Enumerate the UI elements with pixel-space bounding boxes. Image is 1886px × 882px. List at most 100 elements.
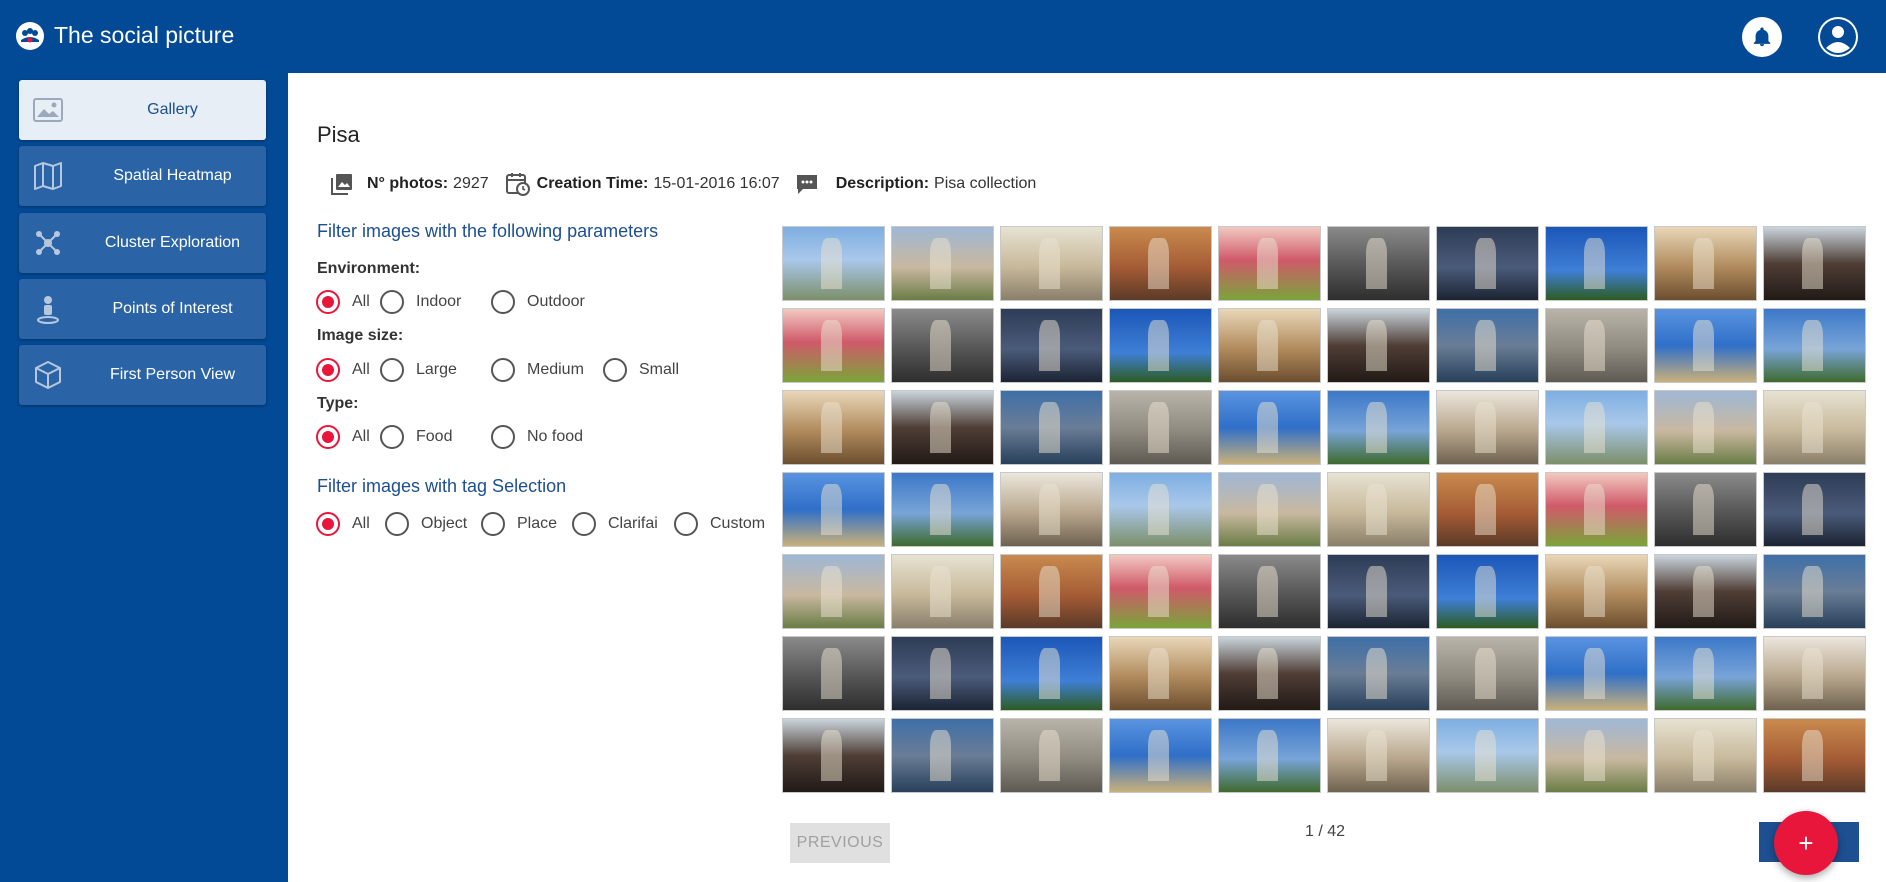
photo-thumbnail[interactable]: [782, 718, 885, 793]
photo-thumbnail[interactable]: [1109, 390, 1212, 465]
photo-thumbnail[interactable]: [891, 308, 994, 383]
photo-thumbnail[interactable]: [1000, 226, 1103, 301]
photo-thumbnail[interactable]: [782, 308, 885, 383]
photo-thumbnail[interactable]: [782, 390, 885, 465]
sidebar-item-first-person-view[interactable]: First Person View: [19, 345, 266, 405]
photo-thumbnail[interactable]: [1545, 390, 1648, 465]
photo-thumbnail[interactable]: [1763, 718, 1866, 793]
sidebar-item-gallery[interactable]: Gallery: [19, 80, 266, 140]
photo-thumbnail[interactable]: [1109, 472, 1212, 547]
photo-thumbnail[interactable]: [1545, 636, 1648, 711]
tag-all-radio[interactable]: All: [316, 512, 370, 536]
photo-thumbnail[interactable]: [1109, 554, 1212, 629]
photo-thumbnail[interactable]: [1654, 718, 1757, 793]
account-circle-icon[interactable]: [1818, 17, 1858, 57]
photo-thumbnail[interactable]: [1000, 472, 1103, 547]
photo-thumbnail[interactable]: [1327, 308, 1430, 383]
photo-thumbnail[interactable]: [1327, 226, 1430, 301]
photo-thumbnail[interactable]: [782, 472, 885, 547]
photo-thumbnail[interactable]: [1000, 718, 1103, 793]
tag-clarifai-radio[interactable]: Clarifai: [572, 512, 658, 536]
photo-thumbnail[interactable]: [1545, 472, 1648, 547]
photo-thumbnail[interactable]: [1000, 636, 1103, 711]
photo-thumbnail[interactable]: [1327, 472, 1430, 547]
photo-thumbnail[interactable]: [1763, 308, 1866, 383]
photo-thumbnail[interactable]: [1436, 308, 1539, 383]
sidebar-item-cluster-exploration[interactable]: Cluster Exploration: [19, 213, 266, 273]
photo-thumbnail[interactable]: [1654, 636, 1757, 711]
type-no-food-radio[interactable]: No food: [491, 425, 583, 449]
environment-indoor-radio[interactable]: Indoor: [380, 290, 461, 314]
image-size-medium-radio[interactable]: Medium: [491, 358, 584, 382]
photo-thumbnail[interactable]: [891, 226, 994, 301]
photo-thumbnail[interactable]: [1654, 226, 1757, 301]
photo-thumbnail[interactable]: [1436, 390, 1539, 465]
tag-custom-radio[interactable]: Custom: [674, 512, 765, 536]
photo-thumbnail[interactable]: [1218, 472, 1321, 547]
photo-thumbnail[interactable]: [1000, 390, 1103, 465]
environment-all-radio[interactable]: All: [316, 290, 370, 314]
sidebar-item-spatial-heatmap[interactable]: Spatial Heatmap: [19, 146, 266, 206]
photo-thumbnail[interactable]: [1327, 718, 1430, 793]
photo-thumbnail[interactable]: [1218, 226, 1321, 301]
photo-thumbnail[interactable]: [782, 226, 885, 301]
photo-thumbnail[interactable]: [1545, 226, 1648, 301]
photo-thumbnail[interactable]: [1763, 226, 1866, 301]
photo-thumbnail[interactable]: [1327, 636, 1430, 711]
sidebar-item-points-of-interest[interactable]: Points of Interest: [19, 279, 266, 339]
calendar-clock-icon: [505, 171, 531, 197]
photo-thumbnail[interactable]: [782, 636, 885, 711]
photo-thumbnail[interactable]: [1109, 636, 1212, 711]
photo-thumbnail[interactable]: [1436, 718, 1539, 793]
photo-thumbnail[interactable]: [891, 718, 994, 793]
type-food-radio[interactable]: Food: [380, 425, 452, 449]
sidebar-item-label: Points of Interest: [112, 300, 233, 317]
environment-outdoor-radio[interactable]: Outdoor: [491, 290, 585, 314]
radio-circle: [316, 425, 340, 449]
photo-thumbnail[interactable]: [1654, 472, 1757, 547]
type-all-radio[interactable]: All: [316, 425, 370, 449]
previous-page-button[interactable]: PREVIOUS: [790, 823, 890, 863]
photo-thumbnail[interactable]: [1218, 718, 1321, 793]
photo-thumbnail[interactable]: [782, 554, 885, 629]
photo-thumbnail[interactable]: [1763, 554, 1866, 629]
photo-thumbnail[interactable]: [1000, 308, 1103, 383]
image-size-all-radio[interactable]: All: [316, 358, 370, 382]
photo-thumbnail[interactable]: [1436, 472, 1539, 547]
photo-thumbnail[interactable]: [1654, 308, 1757, 383]
photo-thumbnail[interactable]: [1109, 226, 1212, 301]
photo-thumbnail[interactable]: [1218, 636, 1321, 711]
photo-thumbnail[interactable]: [1109, 718, 1212, 793]
photo-thumbnail[interactable]: [1763, 390, 1866, 465]
photo-thumbnail[interactable]: [1218, 308, 1321, 383]
photo-thumbnail[interactable]: [1436, 636, 1539, 711]
photo-thumbnail[interactable]: [1218, 554, 1321, 629]
photo-thumbnail[interactable]: [1545, 718, 1648, 793]
photo-thumbnail[interactable]: [1436, 554, 1539, 629]
social-picture-logo-icon: [16, 22, 44, 50]
photo-thumbnail[interactable]: [1654, 554, 1757, 629]
photo-thumbnail[interactable]: [891, 636, 994, 711]
photo-thumbnail[interactable]: [1654, 390, 1757, 465]
photo-thumbnail[interactable]: [1763, 636, 1866, 711]
photo-thumbnail[interactable]: [1327, 390, 1430, 465]
tag-place-radio[interactable]: Place: [481, 512, 557, 536]
bell-icon[interactable]: [1742, 17, 1782, 57]
photo-thumbnail[interactable]: [891, 390, 994, 465]
image-size-large-radio[interactable]: Large: [380, 358, 457, 382]
tag-object-radio[interactable]: Object: [385, 512, 467, 536]
photo-thumbnail[interactable]: [1109, 308, 1212, 383]
photo-thumbnail[interactable]: [891, 472, 994, 547]
add-fab-button[interactable]: +: [1774, 811, 1838, 875]
photo-thumbnail[interactable]: [1327, 554, 1430, 629]
photo-thumbnail[interactable]: [1545, 308, 1648, 383]
image-size-small-radio[interactable]: Small: [603, 358, 679, 382]
creation-time-value: 15-01-2016 16:07: [653, 175, 780, 192]
top-app-bar: The social picture: [0, 0, 1886, 73]
photo-thumbnail[interactable]: [1000, 554, 1103, 629]
photo-thumbnail[interactable]: [891, 554, 994, 629]
photo-thumbnail[interactable]: [1218, 390, 1321, 465]
photo-thumbnail[interactable]: [1436, 226, 1539, 301]
photo-thumbnail[interactable]: [1763, 472, 1866, 547]
photo-thumbnail[interactable]: [1545, 554, 1648, 629]
